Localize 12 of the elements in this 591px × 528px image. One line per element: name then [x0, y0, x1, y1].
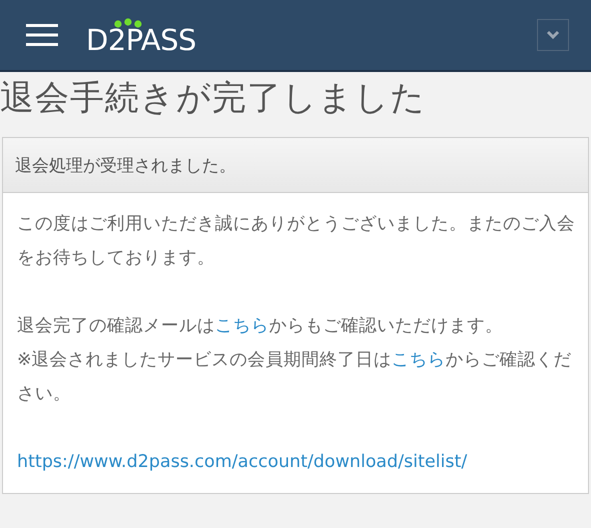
message-text: ※退会されましたサービスの会員期間終了日は こちらからご確認ください。: [17, 349, 573, 406]
logo[interactable]: D2PASS: [86, 18, 196, 54]
panel-heading: 退会処理が受理されました。: [3, 138, 588, 193]
here-link[interactable]: こちら: [215, 316, 269, 336]
dropdown-button[interactable]: [537, 19, 569, 51]
url-link[interactable]: https://www.d2pass.com/account/download/sitelist/: [17, 445, 468, 479]
message-text: この度はご利用いただき誠にありがとうございました。またのご入会をお待ちしております。: [17, 213, 576, 270]
here-link[interactable]: こちら: [392, 350, 446, 370]
page-title: 退会手続きが完了しました: [0, 77, 427, 120]
message-text: 退会完了の確認メールは こちらからもご確認いただけます。: [17, 315, 504, 338]
menu-icon[interactable]: [26, 23, 58, 47]
chevron-down-icon: [546, 30, 560, 40]
